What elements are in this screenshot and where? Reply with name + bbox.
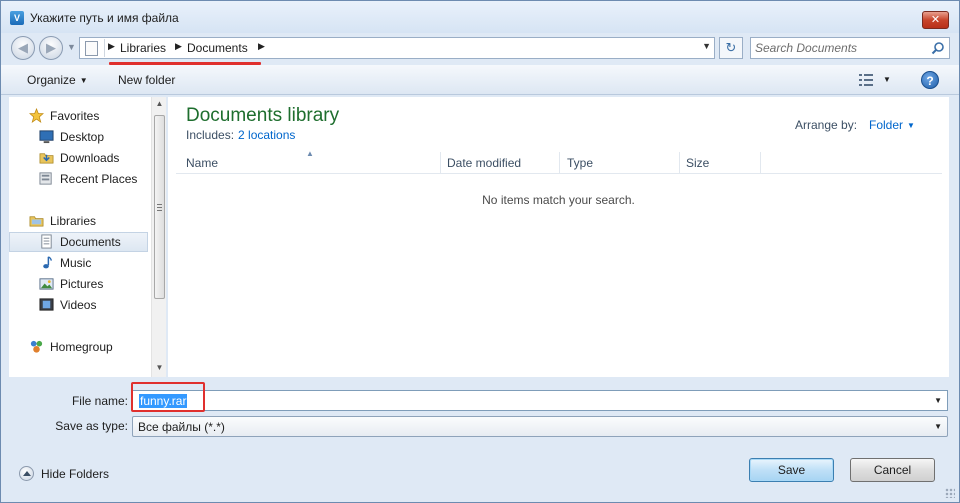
file-name-highlight-box [131, 382, 205, 412]
search-input[interactable] [755, 40, 925, 56]
column-divider[interactable] [679, 152, 680, 174]
resize-grip-icon[interactable] [945, 488, 955, 498]
nav-item-music[interactable]: Music [9, 253, 149, 273]
scroll-up-arrow-icon[interactable]: ▲ [152, 99, 167, 108]
column-name[interactable]: Name [186, 156, 218, 170]
hide-folders-label: Hide Folders [41, 467, 110, 481]
search-icon[interactable] [931, 41, 945, 55]
column-header-row: ▲ Name Date modified Type Size [176, 149, 942, 174]
documents-icon [41, 234, 52, 249]
downloads-label: Downloads [60, 151, 120, 165]
save-button[interactable]: Save [749, 458, 834, 482]
breadcrumb-arrow-icon[interactable]: ▶ [175, 41, 182, 52]
star-icon [29, 108, 44, 123]
chevron-down-icon: ▼ [907, 121, 915, 130]
chevron-down-icon[interactable]: ▼ [934, 422, 942, 431]
save-file-dialog: V Укажите путь и имя файла ✕ ◀ ▶ ▼ ▶ Lib… [0, 0, 960, 503]
homegroup-icon [30, 340, 43, 353]
window-title: Укажите путь и имя файла [30, 11, 179, 25]
downloads-folder-icon [39, 153, 54, 164]
nav-item-homegroup[interactable]: Homegroup [9, 337, 149, 357]
scrollbar-thumb[interactable] [154, 115, 165, 299]
view-options-icon[interactable] [859, 74, 873, 86]
nav-item-recent-places[interactable]: Recent Places [9, 169, 149, 189]
includes-label: Includes: [186, 128, 235, 142]
nav-item-favorites[interactable]: Favorites [9, 106, 149, 126]
save-as-type-value: Все файлы (*.*) [138, 420, 225, 434]
navigation-bar: ◀ ▶ ▼ ▶ Libraries ▶ Documents ▶ ▼ ↻ [1, 33, 959, 63]
pictures-label: Pictures [60, 277, 104, 291]
save-as-type-select[interactable]: Все файлы (*.*) ▼ [132, 416, 948, 437]
forward-button[interactable]: ▶ [39, 36, 63, 60]
chevron-down-icon: ▼ [79, 76, 88, 85]
arrange-by-value: Folder [869, 118, 904, 132]
breadcrumb-arrow-icon[interactable]: ▶ [258, 41, 265, 52]
save-as-type-label: Save as type: [55, 419, 128, 433]
file-list-pane: Documents library Includes: 2 locations A… [168, 97, 949, 377]
breadcrumb-libraries[interactable]: Libraries [120, 41, 166, 55]
videos-icon [39, 298, 54, 311]
new-folder-button[interactable]: New folder [118, 73, 175, 87]
search-box[interactable] [750, 37, 950, 59]
desktop-icon [39, 130, 54, 144]
homegroup-label: Homegroup [50, 340, 113, 354]
column-type[interactable]: Type [567, 156, 593, 170]
nav-item-downloads[interactable]: Downloads [9, 148, 149, 168]
address-bar[interactable]: ▶ Libraries ▶ Documents ▶ ▼ [79, 37, 715, 59]
address-separator [104, 39, 105, 57]
locations-link[interactable]: 2 locations [238, 128, 295, 142]
command-toolbar: Organize ▼ New folder ▼ ? [1, 65, 959, 95]
nav-item-videos[interactable]: Videos [9, 295, 149, 315]
favorites-label: Favorites [50, 109, 100, 123]
documents-label: Documents [60, 235, 121, 249]
file-name-label: File name: [71, 394, 128, 408]
nav-item-pictures[interactable]: Pictures [9, 274, 149, 294]
address-history-dropdown-icon[interactable]: ▼ [702, 41, 711, 51]
title-bar: V Укажите путь и имя файла ✕ [1, 1, 959, 33]
chevron-down-icon[interactable]: ▼ [934, 396, 942, 405]
music-label: Music [60, 256, 92, 270]
view-dropdown-icon[interactable]: ▼ [883, 75, 891, 84]
breadcrumb-arrow-icon[interactable]: ▶ [108, 41, 115, 52]
nav-pane-scrollbar[interactable]: ▲ ▼ [151, 97, 166, 377]
file-name-input[interactable]: funny.rar ▼ [132, 390, 948, 411]
column-date-modified[interactable]: Date modified [447, 156, 521, 170]
nav-item-documents[interactable]: Documents [9, 232, 148, 252]
column-divider[interactable] [559, 152, 560, 174]
library-includes: Includes: 2 locations [186, 128, 295, 142]
recent-places-label: Recent Places [60, 172, 138, 186]
recent-places-icon [39, 172, 52, 185]
close-button[interactable]: ✕ [922, 11, 949, 29]
music-note-icon [43, 256, 52, 269]
organize-label: Organize [27, 73, 76, 87]
sort-ascending-icon: ▲ [306, 149, 314, 158]
desktop-label: Desktop [60, 130, 105, 144]
back-button[interactable]: ◀ [11, 36, 35, 60]
column-divider[interactable] [760, 152, 761, 174]
libraries-folder-icon [29, 216, 44, 227]
navigation-pane: Favorites Desktop Downloads Recent Place… [9, 97, 166, 377]
arrange-by-dropdown[interactable]: Folder ▼ [869, 118, 915, 132]
recent-pages-dropdown-icon[interactable]: ▼ [67, 42, 76, 52]
arrange-by-label: Arrange by: [795, 118, 858, 132]
nav-item-libraries[interactable]: Libraries [9, 211, 149, 231]
library-title: Documents library [186, 105, 340, 126]
column-size[interactable]: Size [686, 156, 709, 170]
collapse-up-icon [19, 466, 34, 481]
nav-item-desktop[interactable]: Desktop [9, 127, 149, 147]
breadcrumb-documents[interactable]: Documents [187, 41, 248, 55]
organize-button[interactable]: Organize ▼ [27, 73, 88, 87]
help-icon[interactable]: ? [921, 71, 939, 89]
column-divider[interactable] [440, 152, 441, 174]
document-icon [85, 41, 98, 56]
app-icon: V [10, 11, 24, 25]
empty-results-message: No items match your search. [482, 193, 635, 207]
grip-icon [157, 204, 162, 211]
refresh-button[interactable]: ↻ [719, 37, 743, 59]
videos-label: Videos [60, 298, 97, 312]
scroll-down-arrow-icon[interactable]: ▼ [152, 363, 167, 372]
cancel-button[interactable]: Cancel [850, 458, 935, 482]
pictures-icon [39, 278, 54, 290]
libraries-label: Libraries [50, 214, 97, 228]
